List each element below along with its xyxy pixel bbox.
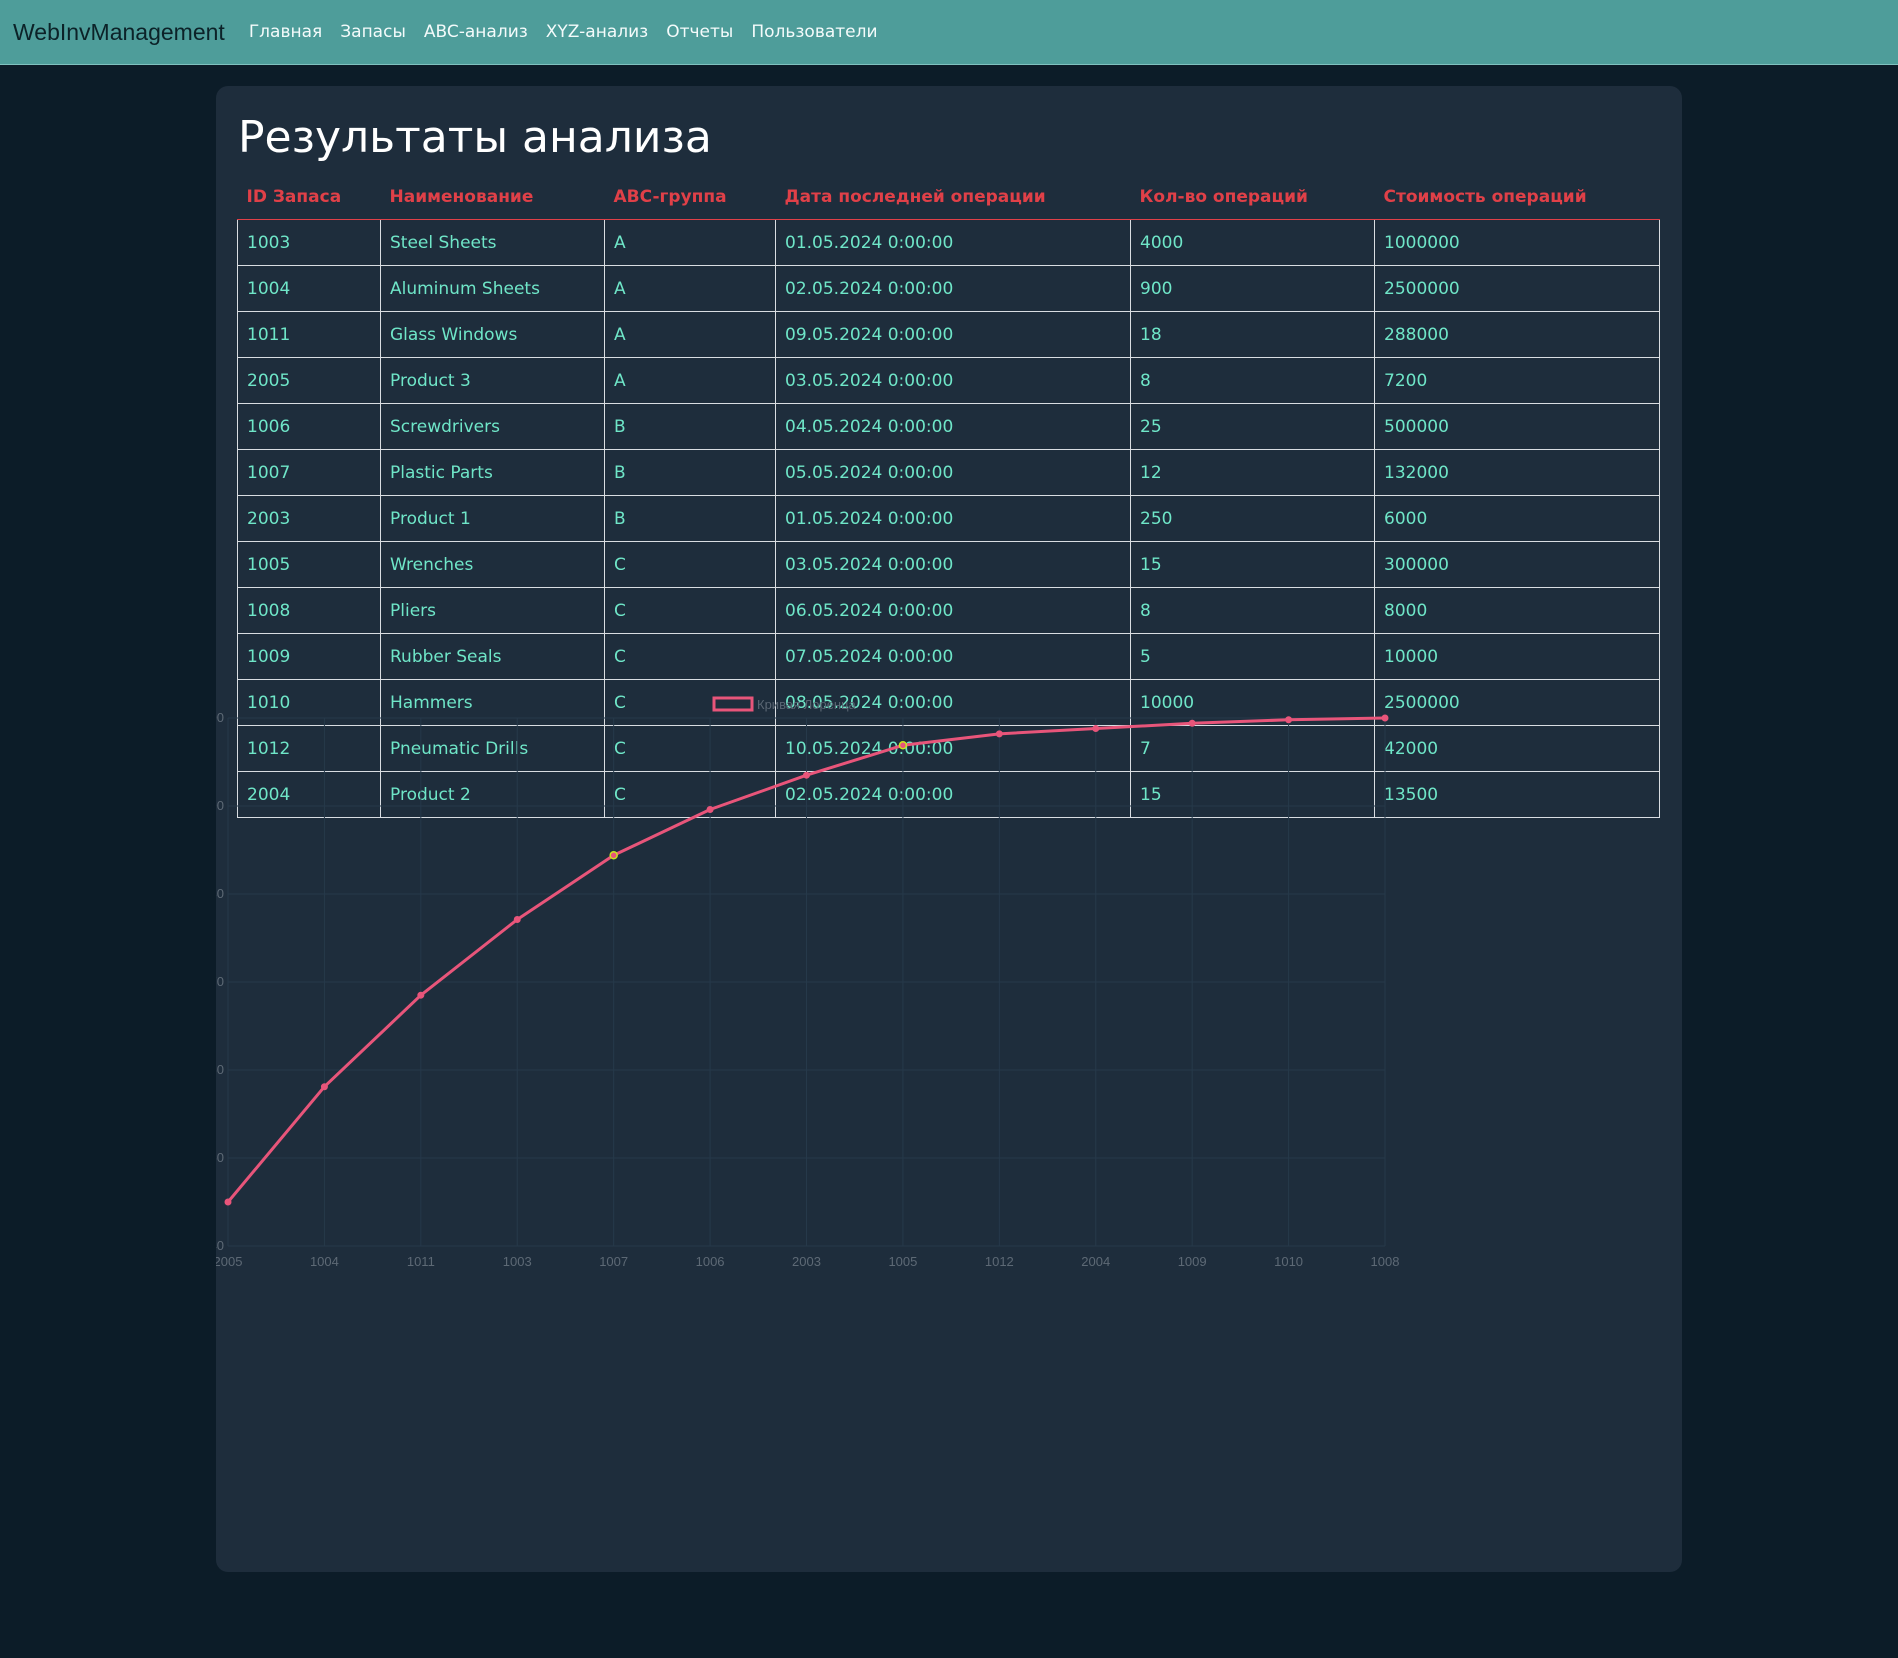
y-tick-label: 80 [216,886,224,901]
data-point[interactable] [995,730,1003,738]
y-tick-label: 100 [216,710,224,725]
x-tick-label: 2003 [792,1254,821,1269]
data-point[interactable] [224,1198,232,1206]
data-point[interactable] [513,916,521,924]
data-point[interactable] [1092,725,1100,733]
y-tick-label: 70 [216,974,224,989]
x-tick-label: 2005 [216,1254,242,1269]
y-tick-label: 90 [216,798,224,813]
nav-menu: Главная Запасы ABC-анализ XYZ-анализ Отч… [240,22,887,42]
x-tick-label: 1004 [310,1254,339,1269]
data-point[interactable] [1188,719,1196,727]
chart-plot-area: 40 50 60 70 80 90 100 2005 1004 1011 1003 1007 1006 2… [216,696,1400,1269]
x-tick-label: 1005 [888,1254,917,1269]
nav-link-abc-analysis[interactable]: ABC-анализ [424,22,528,42]
brand-link[interactable]: WebInvManagement [13,19,225,46]
x-tick-label: 1009 [1178,1254,1207,1269]
data-point[interactable] [898,741,908,750]
x-tick-label: 1007 [599,1254,628,1269]
navbar: WebInvManagement Главная Запасы ABC-анал… [0,0,1898,65]
y-tick-label: 60 [216,1062,224,1077]
results-card: Результаты анализа ID Запаса Наименовани… [216,86,1682,1572]
nav-link-stocks[interactable]: Запасы [340,22,406,42]
x-tick-label: 1011 [407,1254,435,1269]
data-point[interactable] [1381,714,1389,722]
data-point[interactable] [609,851,618,860]
x-tick-label: 1010 [1274,1254,1303,1269]
nav-link-users[interactable]: Пользователи [751,22,877,42]
data-point[interactable] [417,991,425,999]
x-tick-label: 1006 [696,1254,725,1269]
nav-link-reports[interactable]: Отчеты [666,22,733,42]
legend-label[interactable]: Кривая Лоренца [757,697,857,712]
y-tick-label: 40 [216,1238,224,1253]
y-tick-label: 50 [216,1150,224,1165]
x-tick-label: 1008 [1371,1254,1400,1269]
lorenz-chart: 40 50 60 70 80 90 100 2005 1004 1011 1003 1007 1006 2… [216,86,1682,1572]
lorenz-chart-svg: 40 50 60 70 80 90 100 2005 1004 1011 1003 1007 1006 2… [216,696,1400,1269]
data-point[interactable] [803,771,810,779]
nav-link-xyz-analysis[interactable]: XYZ-анализ [546,22,648,42]
x-tick-label: 1012 [985,1254,1014,1269]
data-point[interactable] [706,806,714,814]
data-point[interactable] [320,1083,328,1091]
x-tick-label: 2004 [1081,1254,1110,1269]
legend-swatch[interactable] [712,696,754,712]
nav-link-home[interactable]: Главная [249,22,322,42]
x-tick-label: 1003 [503,1254,532,1269]
data-point[interactable] [1285,716,1293,724]
